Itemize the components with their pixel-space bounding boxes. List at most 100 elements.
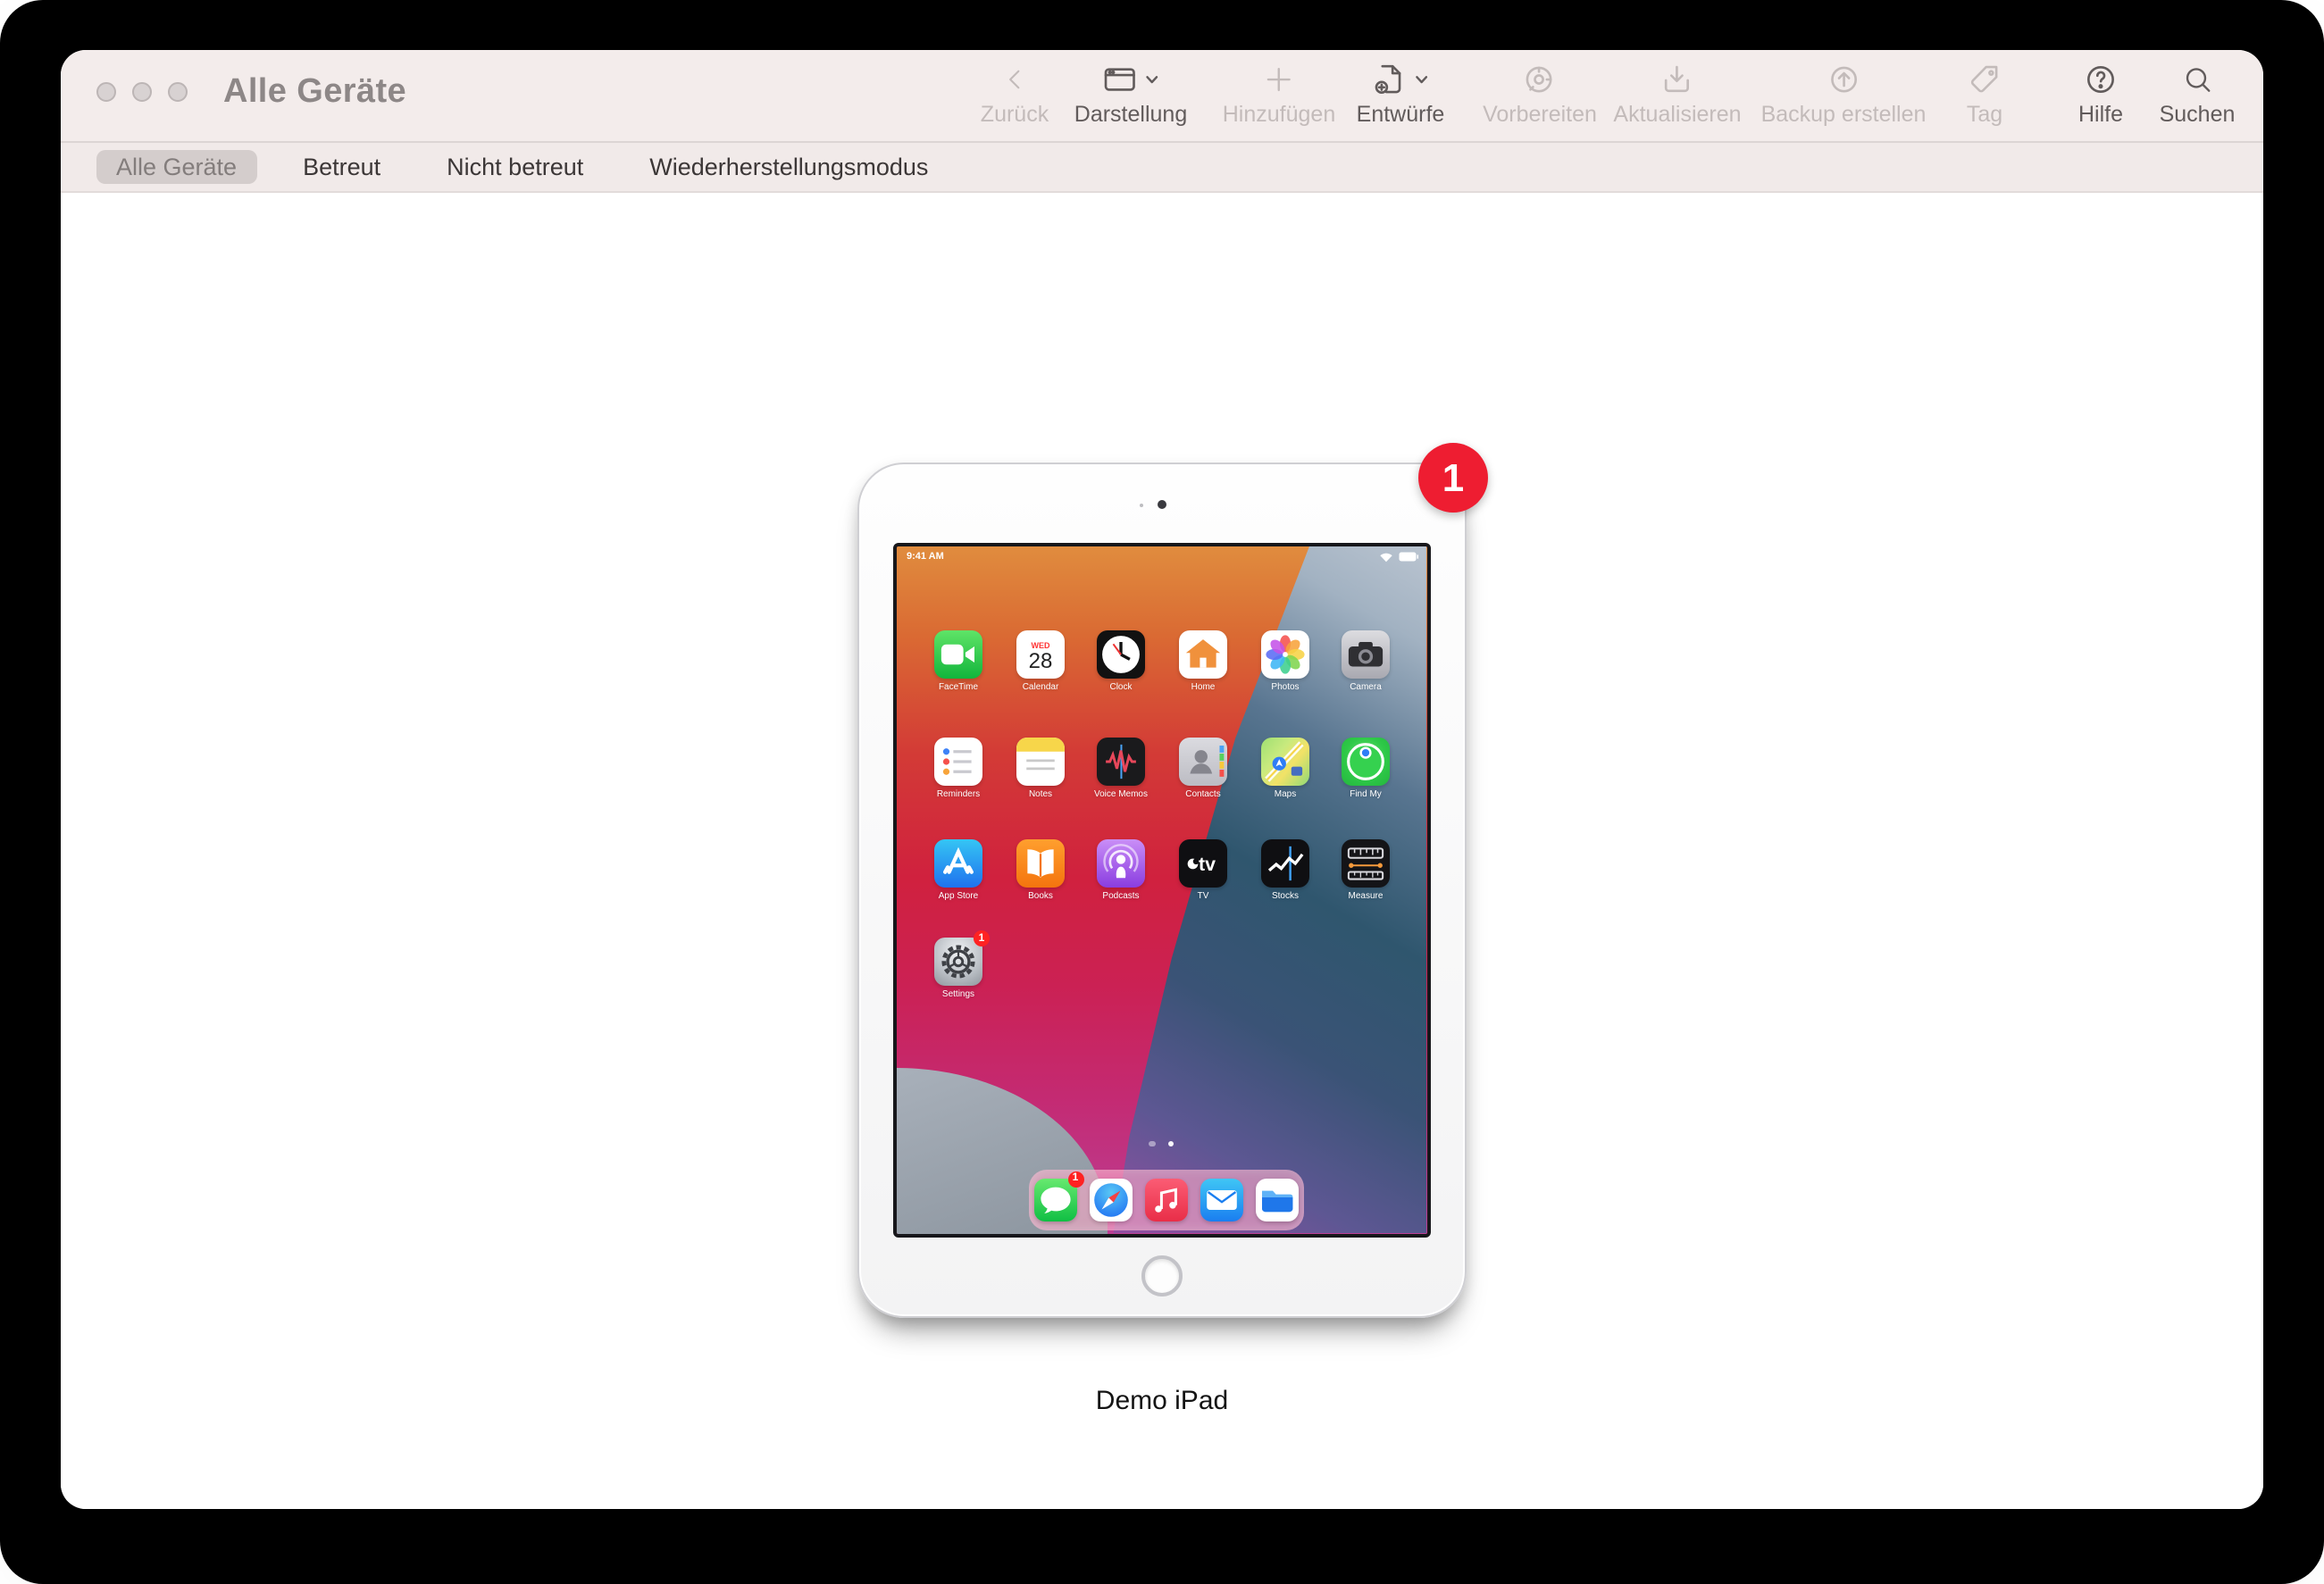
dock-messages-icon: 1 bbox=[1033, 1171, 1083, 1221]
page-dot bbox=[1149, 1140, 1155, 1146]
device-notification-badge: 1 bbox=[1418, 443, 1488, 513]
traffic-lights bbox=[96, 82, 188, 102]
toolbar-update-button[interactable]: Aktualisieren bbox=[1613, 59, 1742, 127]
home-app-appstore: App Store bbox=[919, 839, 998, 902]
home-app-notes: Notes bbox=[1001, 738, 1080, 800]
appstore-icon bbox=[934, 839, 982, 888]
title-toolbar: Alle Geräte Zurück Darstellung Hinzufügen E… bbox=[61, 50, 2263, 142]
dock: 1 bbox=[1028, 1169, 1303, 1230]
toolbar-search-button[interactable]: Suchen bbox=[2160, 59, 2235, 127]
document-plus-icon bbox=[1371, 59, 1430, 98]
toolbar-label: Zurück bbox=[980, 102, 1049, 127]
wifi-icon bbox=[1380, 553, 1392, 563]
app-label: Books bbox=[1028, 891, 1053, 902]
front-camera-icon bbox=[1158, 500, 1166, 509]
app-label: Stocks bbox=[1271, 891, 1299, 902]
notes-icon bbox=[1016, 738, 1065, 786]
dock-mail-icon bbox=[1200, 1178, 1242, 1221]
app-label: Clock bbox=[1109, 682, 1133, 693]
app-label: Calendar bbox=[1022, 682, 1059, 693]
close-button[interactable] bbox=[96, 82, 116, 102]
configurator-window: Alle Geräte Zurück Darstellung Hinzufügen E… bbox=[61, 50, 2263, 1509]
voicememos-icon bbox=[1097, 738, 1145, 786]
app-label: Voice Memos bbox=[1093, 789, 1148, 800]
maps-icon bbox=[1261, 738, 1309, 786]
stocks-icon bbox=[1261, 839, 1309, 888]
app-label: Reminders bbox=[936, 789, 981, 800]
toolbar-help-button[interactable]: Hilfe bbox=[2078, 59, 2123, 127]
minimize-button[interactable] bbox=[132, 82, 152, 102]
question-circle-icon bbox=[2082, 59, 2119, 98]
clock-icon bbox=[1097, 630, 1145, 679]
tab-alle-ger-te[interactable]: Alle Geräte bbox=[96, 149, 257, 184]
tv-icon: tv bbox=[1179, 839, 1227, 888]
photos-icon bbox=[1261, 630, 1309, 679]
desktop-background: Alle Geräte Zurück Darstellung Hinzufügen E… bbox=[0, 0, 2324, 1584]
tab-nicht-betreut[interactable]: Nicht betreut bbox=[427, 150, 603, 184]
toolbar-view-button[interactable]: Darstellung bbox=[1074, 59, 1187, 127]
home-button bbox=[1141, 1255, 1183, 1296]
measure-icon bbox=[1342, 839, 1390, 888]
tab-wiederherstellungsmodus[interactable]: Wiederherstellungsmodus bbox=[630, 150, 948, 184]
app-label: Contacts bbox=[1185, 789, 1221, 800]
device-name-label: Demo iPad bbox=[1095, 1386, 1229, 1416]
zoom-button[interactable] bbox=[168, 82, 188, 102]
app-label: Home bbox=[1191, 682, 1216, 693]
home-app-maps: Maps bbox=[1246, 738, 1325, 800]
magnifier-icon bbox=[2180, 59, 2214, 98]
page-dots bbox=[896, 1140, 1426, 1146]
device-preview[interactable]: 9:41 AM FaceTime WED 28 Calendar Clock Home Ph… bbox=[857, 463, 1467, 1318]
app-label: Find My bbox=[1350, 789, 1382, 800]
status-time: 9:41 AM bbox=[907, 551, 944, 562]
app-notification-badge: 1 bbox=[1067, 1171, 1083, 1187]
toolbar-label: Aktualisieren bbox=[1613, 102, 1742, 127]
window-title: Alle Geräte bbox=[223, 73, 407, 111]
camera-icon bbox=[1342, 630, 1390, 679]
app-label: Podcasts bbox=[1102, 891, 1140, 902]
home-app-calendar: WED 28 Calendar bbox=[1001, 630, 1080, 693]
sensor-dot-icon bbox=[1139, 504, 1142, 507]
plus-icon bbox=[1262, 59, 1296, 98]
dial-icon bbox=[1521, 59, 1559, 98]
dock-music-icon bbox=[1144, 1178, 1187, 1221]
app-label: App Store bbox=[938, 891, 979, 902]
app-label: Notes bbox=[1028, 789, 1053, 800]
contacts-icon bbox=[1179, 738, 1227, 786]
dock-files-icon bbox=[1255, 1178, 1298, 1221]
toolbar-backup-button[interactable]: Backup erstellen bbox=[1761, 59, 1926, 127]
home-app-camera: Camera bbox=[1326, 630, 1405, 693]
app-label: Measure bbox=[1348, 891, 1384, 902]
app-label: Settings bbox=[941, 989, 975, 1000]
dock-safari-icon bbox=[1089, 1178, 1132, 1221]
toolbar-blueprints-button[interactable]: Entwürfe bbox=[1357, 59, 1444, 127]
toolbar-back-button[interactable]: Zurück bbox=[981, 59, 1049, 127]
tag-icon bbox=[1966, 59, 2003, 98]
home-icon bbox=[1179, 630, 1227, 679]
arrow-down-tray-icon bbox=[1659, 59, 1696, 98]
svg-text:tv: tv bbox=[1199, 854, 1216, 875]
page-dot bbox=[1167, 1140, 1174, 1146]
toolbar-label: Hilfe bbox=[2077, 102, 2124, 127]
calendar-icon: WED 28 bbox=[1016, 630, 1065, 679]
app-label: Photos bbox=[1271, 682, 1300, 693]
home-app-home: Home bbox=[1164, 630, 1242, 693]
toolbar-prepare-button[interactable]: Vorbereiten bbox=[1483, 59, 1597, 127]
toolbar-add-button[interactable]: Hinzufügen bbox=[1222, 59, 1336, 127]
status-icons bbox=[1379, 552, 1417, 563]
app-notification-badge: 1 bbox=[974, 930, 990, 946]
findmy-icon bbox=[1342, 738, 1390, 786]
home-app-reminders: Reminders bbox=[919, 738, 998, 800]
toolbar-tag-button[interactable]: Tag bbox=[1966, 59, 2003, 127]
app-label: Maps bbox=[1274, 789, 1297, 800]
app-label: FaceTime bbox=[938, 682, 979, 693]
home-app-findmy: Find My bbox=[1326, 738, 1405, 800]
home-app-tv: tv TV bbox=[1164, 839, 1242, 902]
home-app-clock: Clock bbox=[1082, 630, 1160, 693]
tab-betreut[interactable]: Betreut bbox=[283, 150, 400, 184]
app-label: Camera bbox=[1350, 682, 1382, 693]
toolbar-label: Hinzufügen bbox=[1222, 102, 1336, 127]
tab-strip: Alle Geräte Betreut Nicht betreut Wiederher… bbox=[61, 142, 2263, 193]
podcasts-icon bbox=[1097, 839, 1145, 888]
reminders-icon bbox=[934, 738, 982, 786]
battery-icon bbox=[1398, 553, 1417, 562]
